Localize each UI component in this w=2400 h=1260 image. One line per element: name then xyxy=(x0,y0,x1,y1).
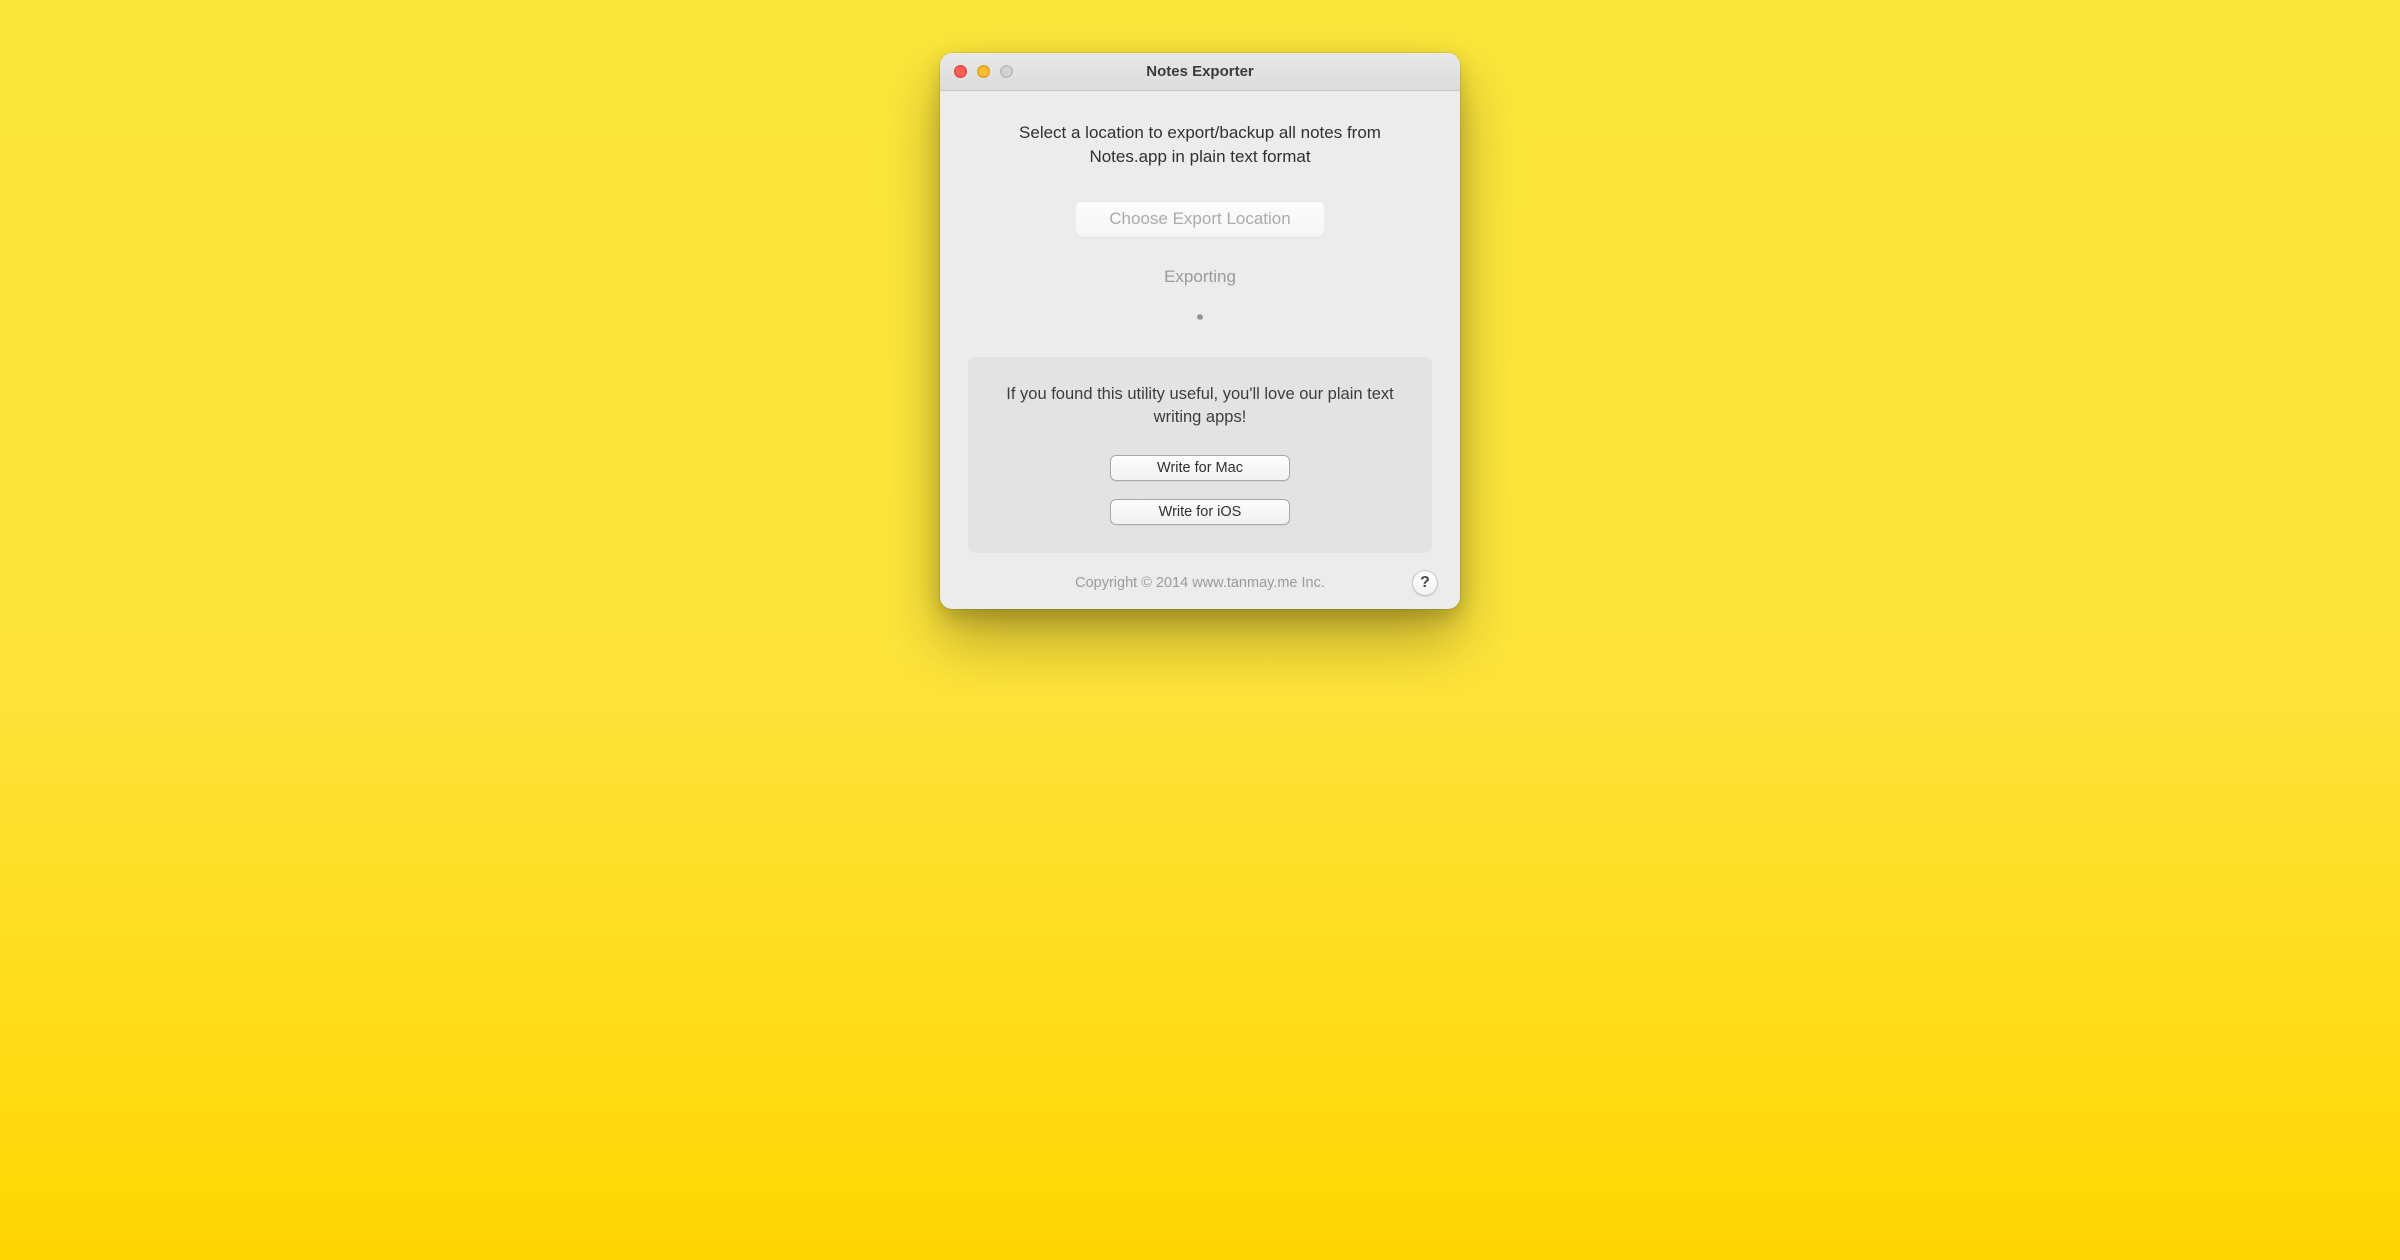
promo-panel: If you found this utility useful, you'll… xyxy=(968,357,1432,553)
choose-export-location-button[interactable]: Choose Export Location xyxy=(1075,201,1325,237)
write-for-ios-button[interactable]: Write for iOS xyxy=(1110,499,1290,525)
app-window: Notes Exporter Select a location to expo… xyxy=(940,53,1460,609)
footer: Copyright © 2014 www.tanmay.me Inc. ? xyxy=(968,575,1432,591)
help-button[interactable]: ? xyxy=(1412,570,1438,596)
instruction-text: Select a location to export/backup all n… xyxy=(968,121,1432,169)
spinner-icon xyxy=(1189,313,1211,335)
copyright-text: Copyright © 2014 www.tanmay.me Inc. xyxy=(1075,575,1325,591)
traffic-lights xyxy=(940,65,1013,78)
window-content: Select a location to export/backup all n… xyxy=(940,91,1460,609)
window-title: Notes Exporter xyxy=(940,63,1460,80)
titlebar: Notes Exporter xyxy=(940,53,1460,91)
status-label: Exporting xyxy=(1164,267,1236,287)
write-for-mac-button[interactable]: Write for Mac xyxy=(1110,455,1290,481)
promo-text: If you found this utility useful, you'll… xyxy=(988,383,1412,429)
zoom-icon xyxy=(1000,65,1013,78)
minimize-icon[interactable] xyxy=(977,65,990,78)
close-icon[interactable] xyxy=(954,65,967,78)
